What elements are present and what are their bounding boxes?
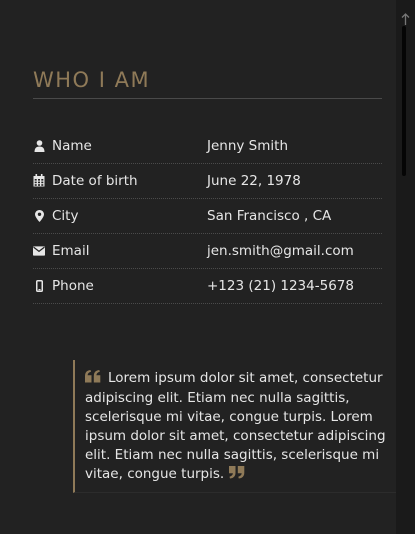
quote-block: Lorem ipsum dolor sit amet, consectetur … bbox=[73, 360, 415, 493]
map-pin-icon bbox=[33, 209, 45, 222]
info-row-date-of-birth: Date of birth June 22, 1978 bbox=[33, 164, 382, 199]
info-row-name: Name Jenny Smith bbox=[33, 129, 382, 164]
scrollbar-thumb[interactable] bbox=[402, 26, 406, 176]
section-title: WHO I AM bbox=[33, 68, 151, 92]
info-label: Name bbox=[52, 138, 92, 154]
open-quote-icon bbox=[85, 370, 101, 389]
scroll-up-arrow-icon[interactable] bbox=[401, 10, 410, 25]
envelope-icon bbox=[33, 244, 45, 257]
info-row-email: Email jen.smith@gmail.com bbox=[33, 234, 382, 269]
mobile-phone-icon bbox=[33, 279, 45, 292]
info-value: June 22, 1978 bbox=[207, 173, 301, 189]
close-quote-icon bbox=[229, 466, 245, 485]
info-table: Name Jenny Smith Date of birth June 22, … bbox=[33, 129, 382, 304]
info-row-phone: Phone +123 (21) 1234-5678 bbox=[33, 269, 382, 304]
quote-paragraph: Lorem ipsum dolor sit amet, consectetur … bbox=[85, 369, 411, 485]
calendar-icon bbox=[33, 174, 45, 187]
info-value: Jenny Smith bbox=[207, 138, 288, 154]
title-divider bbox=[33, 98, 382, 99]
info-value: San Francisco , CA bbox=[207, 208, 332, 224]
info-value: +123 (21) 1234-5678 bbox=[207, 278, 354, 294]
vertical-scrollbar[interactable] bbox=[396, 0, 415, 534]
info-label: Date of birth bbox=[52, 173, 138, 189]
info-value: jen.smith@gmail.com bbox=[207, 243, 354, 259]
info-row-city: City San Francisco , CA bbox=[33, 199, 382, 234]
user-icon bbox=[33, 139, 45, 152]
info-label: Phone bbox=[52, 278, 94, 294]
profile-panel: WHO I AM Name Jenny Smith Date of birth … bbox=[0, 0, 415, 534]
info-label: City bbox=[52, 208, 79, 224]
info-label: Email bbox=[52, 243, 90, 259]
